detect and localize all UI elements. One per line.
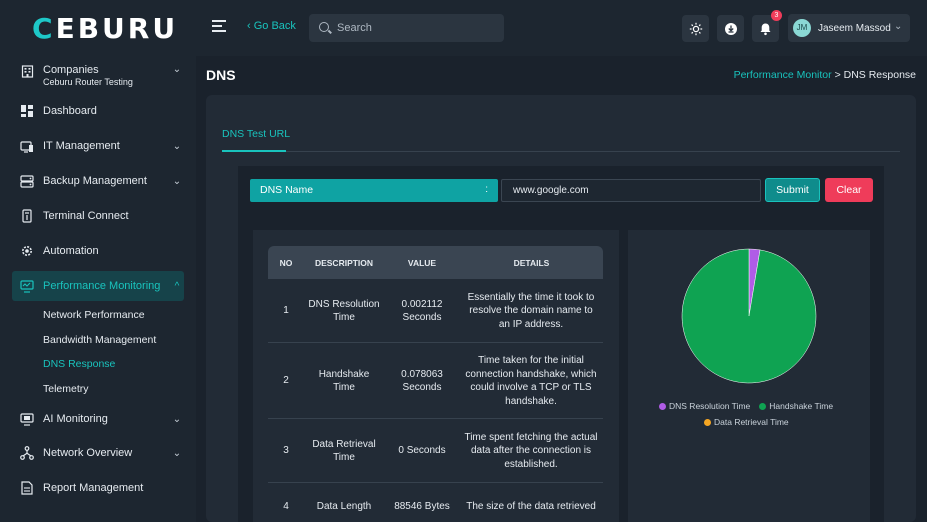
legend-label: Handshake Time bbox=[769, 401, 834, 411]
submit-button[interactable]: Submit bbox=[765, 178, 820, 202]
url-input[interactable] bbox=[501, 179, 761, 202]
cell-description: DNS Resolution Time bbox=[308, 298, 380, 324]
table-row: 2 Handshake Time 0.078063 Seconds Time t… bbox=[268, 343, 603, 419]
sidebar-subitem-bandwidth-management[interactable]: Bandwidth Management bbox=[43, 334, 156, 346]
table-row: 3 Data Retrieval Time 0 Seconds Time spe… bbox=[268, 419, 603, 483]
breadcrumb: Performance Monitor > DNS Response bbox=[734, 69, 916, 81]
sidebar-item-performance-monitoring[interactable]: Performance Monitoring ^ bbox=[12, 271, 184, 301]
column-header-description: DESCRIPTION bbox=[314, 258, 374, 268]
sidebar-subitem-dns-response[interactable]: DNS Response bbox=[43, 358, 115, 370]
download-button[interactable] bbox=[717, 15, 744, 42]
user-menu[interactable]: JM Jaseem Massod ⌄ bbox=[788, 14, 910, 42]
cell-no: 3 bbox=[283, 445, 289, 457]
sidebar-item-dashboard[interactable]: Dashboard bbox=[12, 96, 184, 126]
monitor-icon bbox=[20, 279, 34, 293]
dashboard-icon bbox=[20, 104, 34, 118]
avatar: JM bbox=[793, 19, 811, 37]
legend-label: Data Retrieval Time bbox=[714, 417, 789, 427]
cell-description: Handshake Time bbox=[318, 368, 370, 394]
tab-active-indicator bbox=[222, 150, 286, 152]
menu-toggle-icon[interactable] bbox=[212, 20, 226, 32]
cell-description: Data Retrieval Time bbox=[312, 438, 376, 464]
chevron-down-icon: ⌄ bbox=[172, 175, 182, 187]
cell-no: 1 bbox=[283, 305, 289, 317]
building-icon bbox=[20, 64, 34, 78]
table-row: 1 DNS Resolution Time 0.002112 Seconds E… bbox=[268, 279, 603, 343]
cell-details: Time spent fetching the actual data afte… bbox=[464, 431, 598, 470]
top-bar: CEBURU ‹ Go Back 3 JM Jaseem Massod ⌄ bbox=[0, 0, 927, 56]
search-icon bbox=[319, 22, 329, 32]
sidebar-item-it-management[interactable]: IT Management ⌄ bbox=[12, 131, 184, 161]
column-header-no: NO bbox=[279, 258, 293, 268]
ai-monitor-icon bbox=[20, 412, 34, 426]
breadcrumb-performance-monitor[interactable]: Performance Monitor bbox=[734, 69, 832, 81]
dns-name-label: DNS Name : bbox=[250, 179, 498, 202]
sidebar-item-automation[interactable]: Automation bbox=[12, 236, 184, 266]
cell-details: Essentially the time it took to resolve … bbox=[467, 291, 595, 330]
chevron-down-icon: ⌄ bbox=[172, 64, 182, 75]
network-icon bbox=[20, 446, 34, 460]
user-name: Jaseem Massod bbox=[818, 23, 891, 34]
legend-item[interactable]: DNS Resolution Time Handshake Time bbox=[659, 401, 833, 411]
chevron-down-icon: ⌄ bbox=[172, 140, 182, 152]
legend-swatch bbox=[704, 418, 711, 426]
chevron-down-icon: ⌄ bbox=[172, 447, 182, 459]
sidebar-subitem-telemetry[interactable]: Telemetry bbox=[43, 383, 89, 395]
pie-slice-handshake-time[interactable] bbox=[681, 248, 817, 384]
backup-icon bbox=[20, 174, 34, 188]
report-icon bbox=[20, 481, 34, 495]
cell-details: The size of the data retrieved bbox=[466, 501, 596, 513]
chevron-down-icon: ⌄ bbox=[894, 21, 903, 32]
breadcrumb-separator: > bbox=[834, 69, 841, 81]
cell-no: 4 bbox=[283, 501, 289, 513]
legend-label: DNS Resolution Time bbox=[669, 401, 751, 411]
company-name: Ceburu Router Testing bbox=[43, 77, 133, 87]
legend-item[interactable]: Data Retrieval Time bbox=[704, 417, 789, 427]
breadcrumb-current: DNS Response bbox=[843, 69, 916, 81]
cell-value: 0 Seconds bbox=[398, 445, 446, 457]
search-input[interactable] bbox=[337, 20, 497, 36]
theme-toggle-button[interactable] bbox=[682, 15, 709, 42]
column-header-value: VALUE bbox=[407, 258, 437, 268]
chevron-up-icon: ^ bbox=[174, 280, 180, 292]
server-icon bbox=[20, 139, 34, 153]
cell-details: Time taken for the initial connection ha… bbox=[465, 355, 597, 407]
notification-count-badge: 3 bbox=[771, 10, 782, 21]
clear-button[interactable]: Clear bbox=[825, 178, 873, 202]
go-back-link[interactable]: ‹ Go Back bbox=[247, 20, 296, 32]
sidebar-item-terminal-connect[interactable]: Terminal Connect bbox=[12, 201, 184, 231]
sidebar-item-ai-monitoring[interactable]: AI Monitoring ⌄ bbox=[12, 404, 184, 434]
bell-icon bbox=[760, 23, 771, 35]
table-row: 4 Data Length 88546 Bytes The size of th… bbox=[268, 483, 603, 522]
terminal-icon bbox=[20, 209, 34, 223]
sidebar-item-backup-management[interactable]: Backup Management ⌄ bbox=[12, 166, 184, 196]
search-box[interactable] bbox=[309, 14, 504, 42]
sun-icon bbox=[689, 22, 702, 35]
legend-swatch bbox=[759, 402, 767, 410]
cell-description: Data Length bbox=[316, 501, 372, 513]
column-header-details: DETAILS bbox=[513, 258, 550, 268]
table-header: NO DESCRIPTION VALUE DETAILS bbox=[268, 246, 603, 279]
download-icon bbox=[724, 22, 737, 35]
chevron-down-icon: ⌄ bbox=[172, 413, 182, 425]
companies-label: Companies bbox=[43, 64, 99, 76]
ceburu-logo[interactable]: CEBURU bbox=[32, 12, 178, 45]
sidebar-item-report-management[interactable]: Report Management bbox=[12, 473, 184, 503]
cell-no: 2 bbox=[283, 375, 289, 387]
legend-swatch bbox=[659, 402, 666, 410]
cell-value: 0.002112 Seconds bbox=[401, 298, 443, 324]
cell-value: 0.078063 Seconds bbox=[401, 368, 443, 394]
cell-value: 88546 Bytes bbox=[394, 501, 450, 513]
sidebar-item-network-overview[interactable]: Network Overview ⌄ bbox=[12, 438, 184, 468]
tab-divider bbox=[222, 151, 900, 152]
pie-chart-card: DNS Resolution Time Handshake Time Data … bbox=[628, 230, 870, 522]
pie-chart bbox=[681, 248, 817, 384]
sidebar-item-companies[interactable]: Companies ⌄ bbox=[12, 60, 184, 92]
page-title: DNS bbox=[206, 67, 236, 83]
gear-icon bbox=[20, 244, 34, 258]
sidebar-subitem-network-performance[interactable]: Network Performance bbox=[43, 309, 145, 321]
tab-dns-test-url[interactable]: DNS Test URL bbox=[222, 128, 290, 140]
